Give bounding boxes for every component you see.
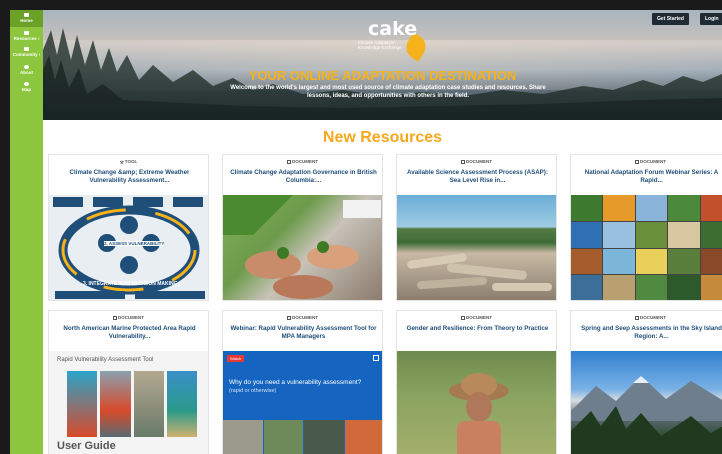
diagram-label-integrate: 3. INTEGRATE INTO DECISION MAKING <box>83 281 178 287</box>
watch-tag: Watch <box>227 355 245 362</box>
video-caption: Why do you need a vulnerability assessme… <box>229 378 379 396</box>
video-thumbnail[interactable]: Watch Why do you need a vulnerability as… <box>223 351 382 454</box>
driftwood-beach-photo <box>407 253 552 291</box>
guide-photos <box>67 371 197 437</box>
resource-card[interactable]: DOCUMENT Available Science Assessment Pr… <box>396 154 557 301</box>
card-image <box>223 195 382 300</box>
card-type: DOCUMENT <box>571 315 722 320</box>
card-image: 2. ASSESS VULNERABILITY 3. INTEGRATE INT… <box>49 195 208 300</box>
people-icon <box>24 47 29 51</box>
sidebar-item-label: Community › <box>12 52 41 57</box>
card-type-label: DOCUMENT <box>640 315 666 320</box>
card-type: DOCUMENT <box>397 159 556 164</box>
card-type-label: DOCUMENT <box>292 315 318 320</box>
info-icon <box>24 65 29 69</box>
guide-heading: Rapid Vulnerability Assessment Tool <box>57 357 154 363</box>
hero-title: YOUR ONLINE ADAPTATION DESTINATION <box>248 68 517 83</box>
sidebar-item-label: Resources › <box>13 36 40 41</box>
card-title[interactable]: Available Science Assessment Process (AS… <box>403 169 552 185</box>
card-type: ⚒TOOL <box>49 159 208 165</box>
sidebar-item-map[interactable]: Map <box>10 82 43 92</box>
resource-card[interactable]: DOCUMENT North American Marine Protected… <box>48 310 209 454</box>
sidebar: Home Resources › Community › About Map <box>10 10 43 454</box>
get-started-button[interactable]: Get Started <box>652 13 689 25</box>
card-title[interactable]: North American Marine Protected Area Rap… <box>55 325 204 341</box>
card-image <box>397 195 556 300</box>
card-title[interactable]: National Adaptation Forum Webinar Series… <box>577 169 722 185</box>
resource-card[interactable]: DOCUMENT Webinar: Rapid Vulnerability As… <box>222 310 383 454</box>
card-image <box>397 351 556 454</box>
card-title[interactable]: Climate Change &amp; Extreme Weather Vul… <box>55 169 204 185</box>
cake-logo[interactable]: cake Climate Adaptation Knowledge Exchan… <box>348 18 438 62</box>
card-image: Rapid Vulnerability Assessment Tool User… <box>49 351 208 454</box>
section-title: New Resources <box>322 129 443 146</box>
card-type-label: TOOL <box>124 159 138 164</box>
sidebar-item-home[interactable]: Home <box>10 10 43 27</box>
card-type-label: DOCUMENT <box>466 159 492 164</box>
sidebar-item-label: About <box>20 70 33 75</box>
document-icon <box>287 159 291 164</box>
sidebar-item-resources[interactable]: Resources › <box>10 31 43 41</box>
card-type: DOCUMENT <box>397 315 556 320</box>
card-type: DOCUMENT <box>223 159 382 164</box>
card-image <box>571 351 722 454</box>
document-icon <box>461 159 465 164</box>
document-icon <box>461 315 465 320</box>
card-type-label: DOCUMENT <box>118 315 144 320</box>
login-button[interactable]: Login <box>700 13 722 25</box>
resource-card[interactable]: DOCUMENT Spring and Seep Assessments in … <box>570 310 722 454</box>
card-title[interactable]: Spring and Seep Assessments in the Sky I… <box>577 325 722 341</box>
child-with-hat-photo <box>449 373 509 454</box>
card-type-label: DOCUMENT <box>640 159 666 164</box>
card-type-label: DOCUMENT <box>292 159 318 164</box>
sidebar-item-label: Map <box>22 87 31 92</box>
user-guide-label: User Guide <box>57 440 116 452</box>
card-title[interactable]: Climate Change Adaptation Governance in … <box>229 169 378 185</box>
card-title[interactable]: Webinar: Rapid Vulnerability Assessment … <box>229 325 378 341</box>
sidebar-item-label: Home <box>20 18 33 23</box>
sidebar-item-community[interactable]: Community › <box>10 47 43 57</box>
card-type: DOCUMENT <box>223 315 382 320</box>
card-type: DOCUMENT <box>571 159 722 164</box>
video-photo-strip <box>223 420 382 454</box>
map-pin-icon <box>24 82 29 86</box>
hands-seedlings-photo <box>223 195 381 299</box>
card-title[interactable]: Gender and Resilience: From Theory to Pr… <box>403 325 552 333</box>
sidebar-item-about[interactable]: About <box>10 65 43 75</box>
card-type-label: DOCUMENT <box>466 315 492 320</box>
logo-tagline: Climate Adaptation Knowledge Exchange <box>358 40 402 50</box>
resource-card[interactable]: DOCUMENT Gender and Resilience: From The… <box>396 310 557 454</box>
hero-banner: cake Climate Adaptation Knowledge Exchan… <box>43 10 722 120</box>
resource-card[interactable]: ⚒TOOL Climate Change &amp; Extreme Weath… <box>48 154 209 301</box>
mountain-landscape-photo <box>571 376 722 454</box>
video-question: Why do you need a vulnerability assessme… <box>229 379 362 386</box>
document-icon <box>113 315 117 320</box>
diagram-label-assess: 2. ASSESS VULNERABILITY <box>104 241 165 246</box>
hero-subtitle: Welcome to the world's largest and most … <box>230 85 546 99</box>
home-icon <box>24 13 29 17</box>
page: Home Resources › Community › About Map c… <box>10 10 722 454</box>
document-icon <box>635 315 639 320</box>
card-image <box>571 195 722 300</box>
logo-word: cake <box>368 18 418 40</box>
photo-mosaic <box>571 195 722 300</box>
card-type: DOCUMENT <box>49 315 208 320</box>
book-icon <box>24 31 29 35</box>
expand-icon[interactable] <box>373 355 379 361</box>
resource-card[interactable]: DOCUMENT Climate Change Adaptation Gover… <box>222 154 383 301</box>
resource-card[interactable]: DOCUMENT National Adaptation Forum Webin… <box>570 154 722 301</box>
document-icon <box>635 159 639 164</box>
document-icon <box>287 315 291 320</box>
video-subtext: (rapid or otherwise) <box>229 388 277 394</box>
wrench-icon: ⚒ <box>119 159 124 165</box>
